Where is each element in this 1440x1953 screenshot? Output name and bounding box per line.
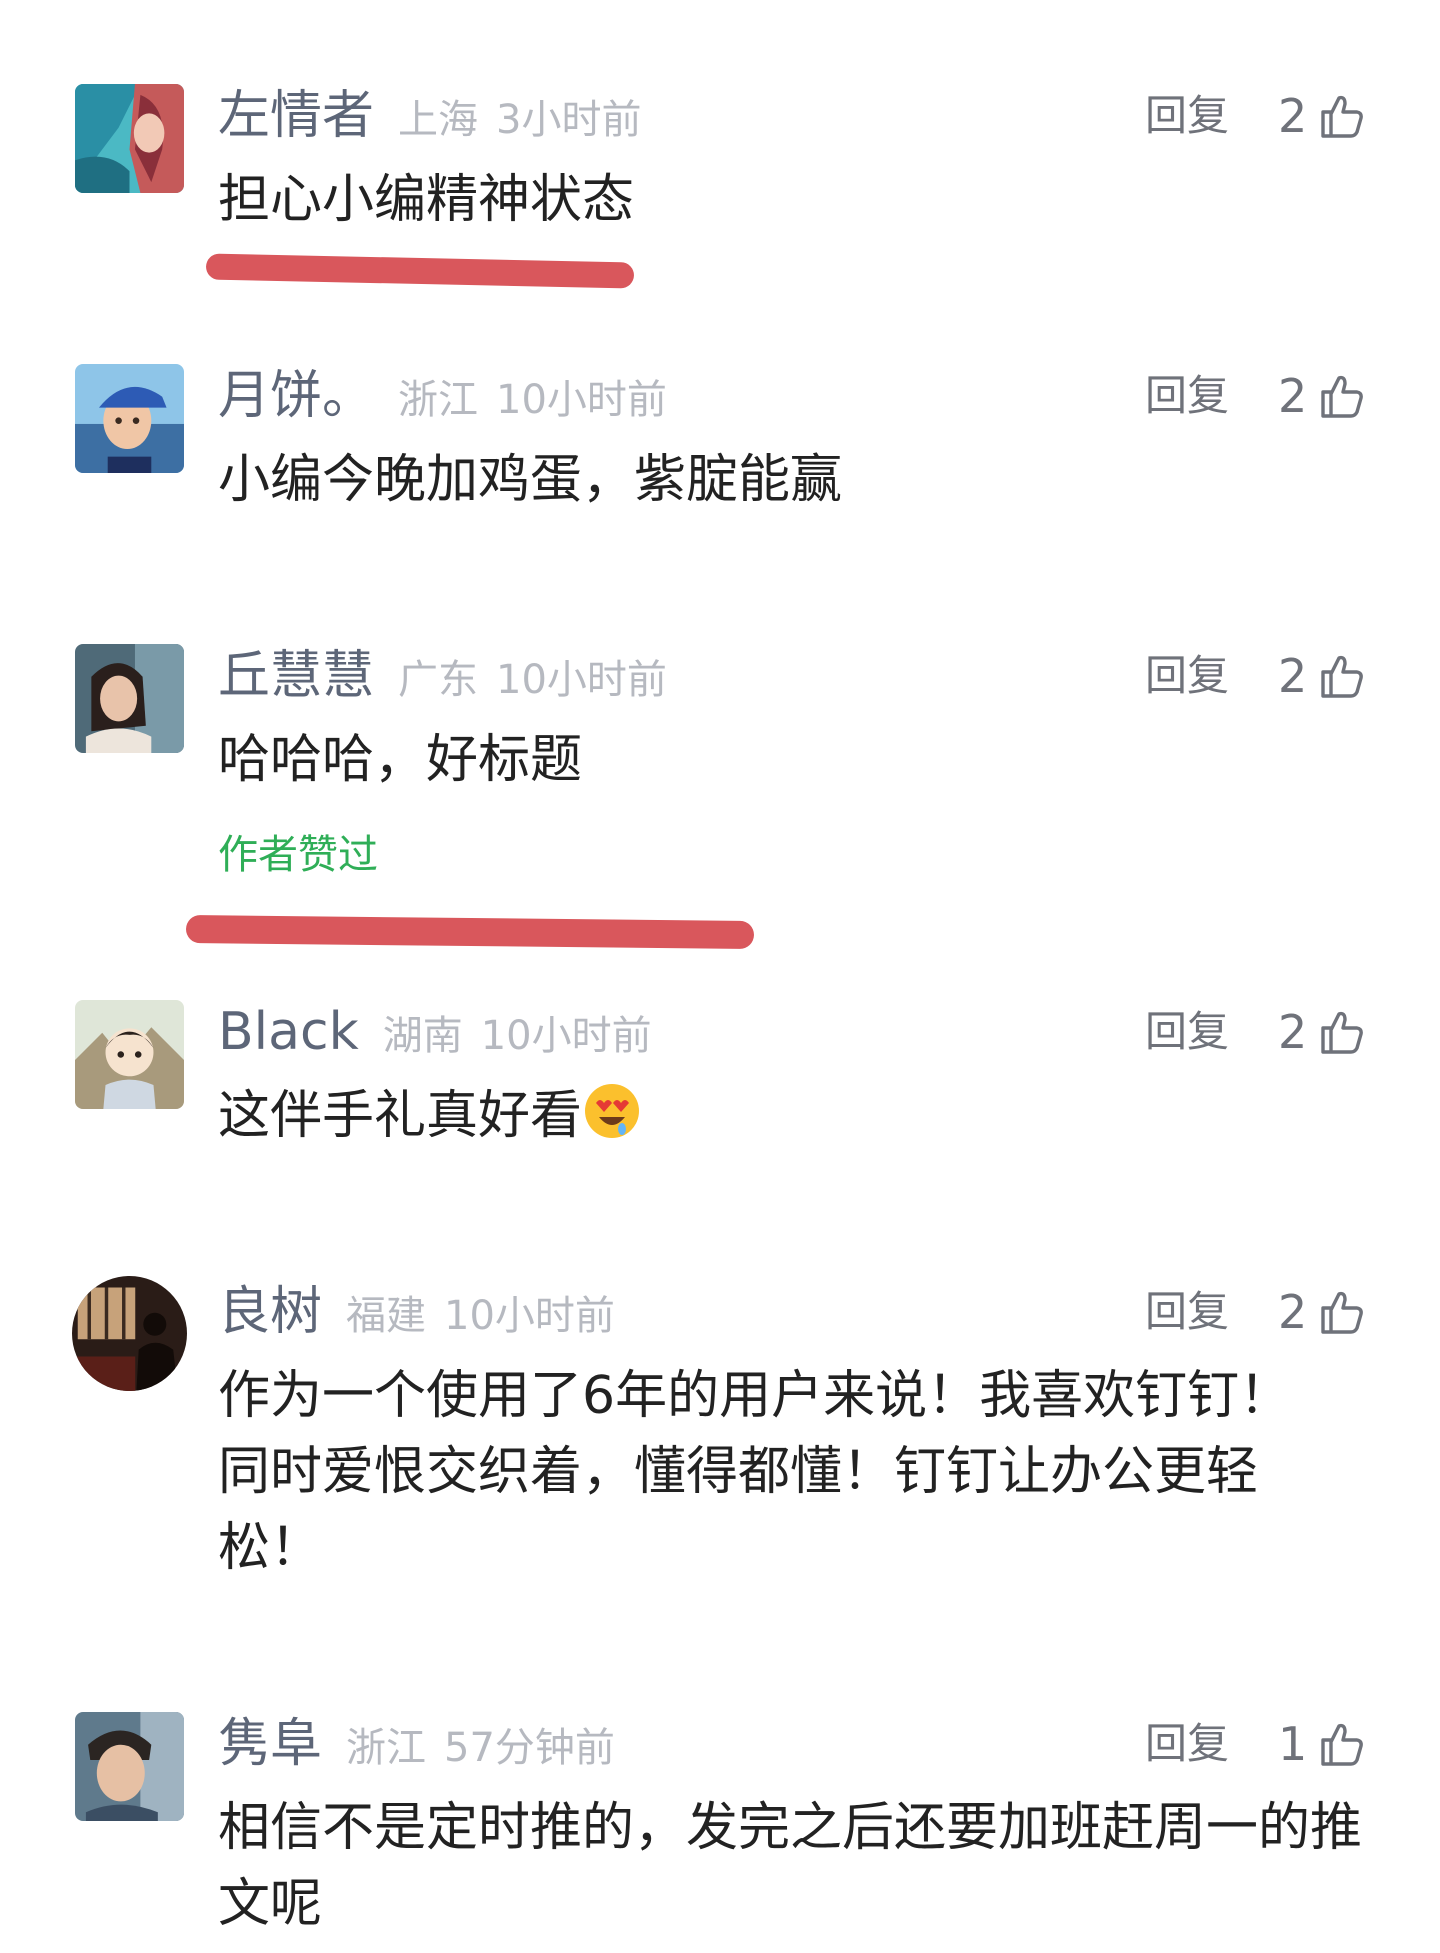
avatar[interactable]	[75, 644, 184, 753]
thumbs-up-icon	[1321, 1291, 1364, 1334]
silhouette-avatar	[72, 1276, 187, 1391]
highlight-underline	[185, 915, 755, 949]
like-button[interactable]: 1	[1278, 1714, 1365, 1774]
thumbs-up-icon	[1321, 1723, 1364, 1766]
like-button[interactable]: 2	[1278, 1282, 1365, 1342]
like-count: 2	[1278, 1285, 1308, 1339]
like-button[interactable]: 2	[1278, 366, 1365, 426]
author-liked-badge: 作者赞过	[218, 832, 378, 878]
comment-list: 左情者 上海 3小时前 回复 2 担心小编精神状态 月饼。 浙江 10小时前 回复	[0, 0, 1440, 1953]
like-count: 2	[1278, 89, 1308, 143]
thumbs-up-icon	[1321, 95, 1364, 138]
comment-meta: 福建 10小时前	[346, 1293, 615, 1339]
child-photo-avatar	[75, 1712, 184, 1821]
comment-meta: 广东 10小时前	[398, 657, 667, 703]
reply-button[interactable]: 回复	[1145, 1004, 1229, 1060]
comment-meta: 浙江 57分钟前	[346, 1725, 615, 1771]
username-text[interactable]: 良树	[218, 1282, 322, 1342]
highlight-underline	[205, 253, 635, 289]
woman-in-car-avatar	[75, 644, 184, 753]
reply-button[interactable]: 回复	[1145, 1716, 1229, 1772]
comment-text: 哈哈哈，好标题	[218, 730, 583, 790]
username[interactable]: 隽阜 浙江 57分钟前	[218, 1712, 615, 1780]
avatar[interactable]	[75, 84, 184, 193]
username[interactable]: 丘慧慧 广东 10小时前	[218, 644, 667, 712]
reply-button[interactable]: 回复	[1145, 88, 1229, 144]
thumbs-up-icon	[1321, 1011, 1364, 1054]
username[interactable]: 良树 福建 10小时前	[218, 1280, 615, 1348]
username[interactable]: Black 湖南 10小时前	[218, 1000, 652, 1068]
comment-meta: 浙江 10小时前	[398, 377, 667, 423]
avatar[interactable]	[75, 1000, 184, 1109]
username-text[interactable]: 月饼。	[218, 366, 374, 426]
comment-text: 作为一个使用了6年的用户来说！我喜欢钉钉！同时爱恨交织着，懂得都懂！钉钉让办公更…	[218, 1366, 1292, 1578]
comment-text: 小编今晚加鸡蛋，紫腚能赢	[218, 450, 843, 510]
like-count: 2	[1278, 369, 1308, 423]
username-text[interactable]: 丘慧慧	[218, 646, 374, 706]
comment-meta: 上海 3小时前	[398, 97, 641, 143]
thumbs-up-icon	[1321, 375, 1364, 418]
comment-text: 相信不是定时推的，发完之后还要加班赶周一的推文呢	[218, 1798, 1363, 1934]
avatar[interactable]	[72, 1276, 187, 1391]
username[interactable]: 左情者 上海 3小时前	[218, 84, 641, 152]
comment-text: 这伴手礼真好看	[218, 1078, 1358, 1154]
like-count: 1	[1278, 1717, 1308, 1771]
thumbs-up-icon	[1321, 655, 1364, 698]
reply-button[interactable]: 回复	[1145, 368, 1229, 424]
time-text: 10小时前	[480, 1013, 652, 1059]
cartoon-kid-avatar	[75, 1000, 184, 1109]
comment-meta: 湖南 10小时前	[383, 1013, 652, 1059]
anime-girl-avatar	[75, 84, 184, 193]
like-button[interactable]: 2	[1278, 86, 1365, 146]
username-text[interactable]: 隽阜	[218, 1714, 322, 1774]
time-text: 3小时前	[496, 97, 642, 143]
location-text: 浙江	[398, 377, 479, 423]
username-text[interactable]: 左情者	[218, 86, 374, 146]
comment-text-content: 这伴手礼真好看	[218, 1086, 583, 1146]
location-text: 湖南	[382, 1013, 463, 1059]
location-text: 广东	[398, 657, 479, 703]
time-text: 10小时前	[444, 1293, 615, 1339]
location-text: 浙江	[346, 1725, 427, 1771]
like-button[interactable]: 2	[1278, 1002, 1365, 1062]
location-text: 福建	[346, 1293, 427, 1339]
like-button[interactable]: 2	[1278, 646, 1365, 706]
username-text[interactable]: Black	[218, 1002, 359, 1062]
username[interactable]: 月饼。 浙江 10小时前	[218, 364, 667, 432]
heart-eyes-emoji-icon	[585, 1084, 640, 1138]
reply-button[interactable]: 回复	[1145, 648, 1229, 704]
avatar[interactable]	[75, 1712, 184, 1821]
time-text: 10小时前	[496, 657, 667, 703]
reply-button[interactable]: 回复	[1145, 1284, 1229, 1340]
cartoon-boy-cap-avatar	[75, 364, 184, 473]
comment-text: 担心小编精神状态	[218, 170, 635, 230]
time-text: 10小时前	[496, 377, 667, 423]
avatar[interactable]	[75, 364, 184, 473]
location-text: 上海	[398, 97, 479, 143]
time-text: 57分钟前	[444, 1725, 615, 1771]
like-count: 2	[1278, 1005, 1308, 1059]
like-count: 2	[1278, 649, 1308, 703]
